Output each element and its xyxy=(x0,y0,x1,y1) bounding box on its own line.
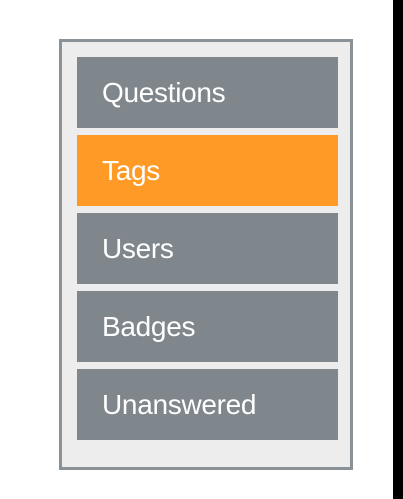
nav-item-tags[interactable]: Tags xyxy=(77,135,338,206)
nav-panel: Questions Tags Users Badges Unanswered xyxy=(59,39,353,470)
nav-item-users[interactable]: Users xyxy=(77,213,338,284)
nav-item-unanswered[interactable]: Unanswered xyxy=(77,369,338,440)
nav-list: Questions Tags Users Badges Unanswered xyxy=(77,57,338,440)
page: Questions Tags Users Badges Unanswered xyxy=(0,0,393,499)
nav-item-badges[interactable]: Badges xyxy=(77,291,338,362)
nav-item-questions[interactable]: Questions xyxy=(77,57,338,128)
